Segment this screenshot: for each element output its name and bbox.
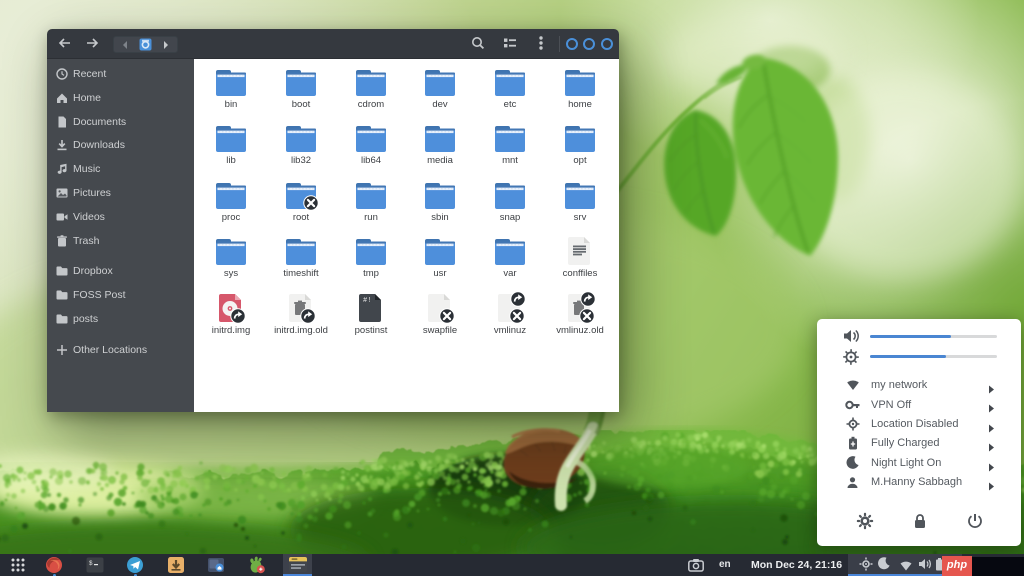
svg-text:#!: #! (363, 297, 371, 305)
svg-text:$: $ (89, 560, 93, 567)
